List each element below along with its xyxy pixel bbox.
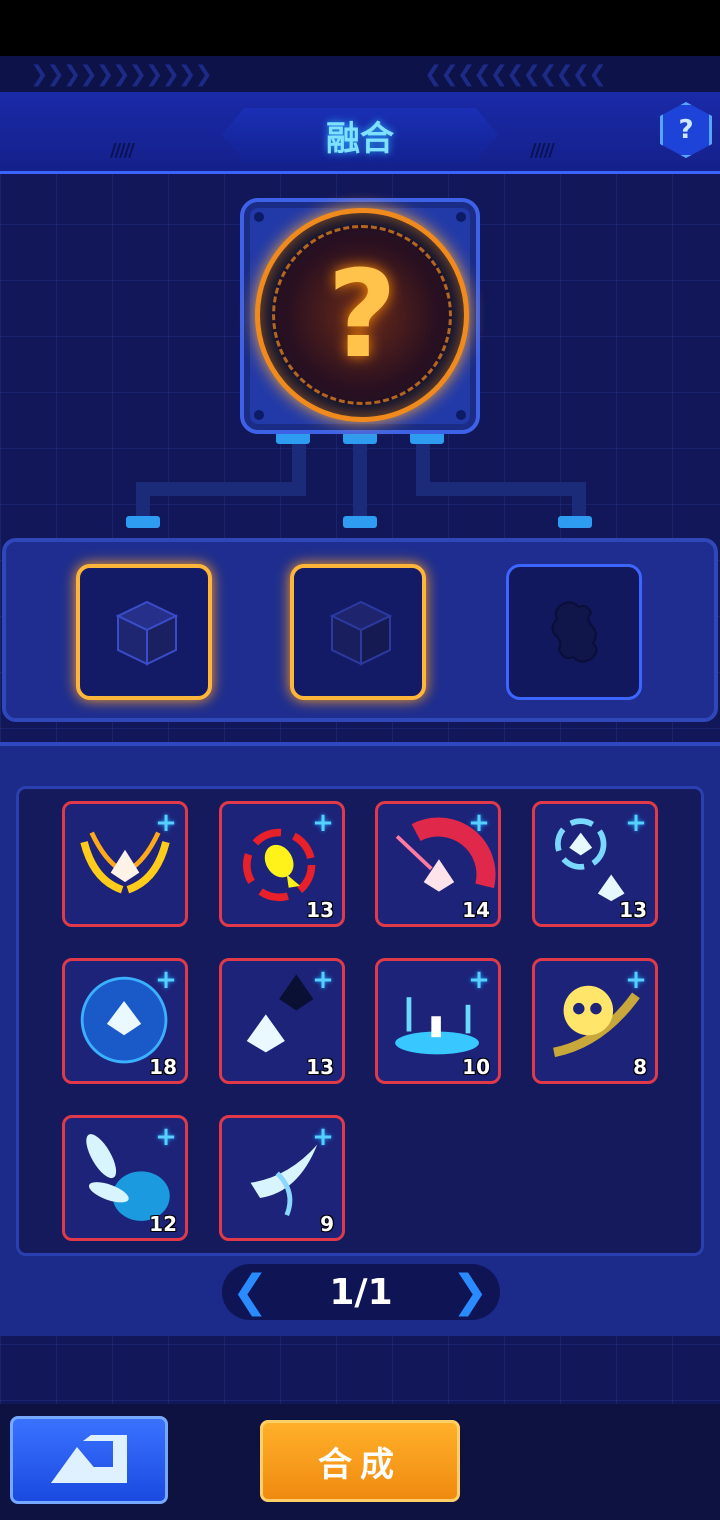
bolt-decor: [456, 212, 466, 222]
pipe-center: [353, 440, 367, 522]
header-stripes-right: /////: [530, 140, 555, 161]
back-arrow-icon: [51, 1435, 127, 1483]
puzzle-silhouette-icon: [551, 601, 598, 663]
bolt-decor: [456, 410, 466, 420]
pipe-left-up: [292, 440, 306, 496]
chevron-decor-left: ❯❯❯❯❯❯❯❯❯❯❯: [30, 62, 213, 87]
page-title: 融合: [326, 118, 394, 159]
upgrade-plus-icon: +: [155, 808, 177, 838]
skill-level: 8: [633, 1055, 647, 1079]
title-plate: 融合: [222, 108, 498, 162]
status-bar: [0, 0, 720, 56]
bolt-decor: [254, 212, 264, 222]
skill-card-5[interactable]: + 18: [62, 958, 188, 1084]
page-indicator: 1/1: [329, 1272, 393, 1313]
upgrade-plus-icon: +: [312, 965, 334, 995]
upgrade-plus-icon: +: [312, 808, 334, 838]
pipe-cap: [126, 516, 160, 528]
upgrade-plus-icon: +: [468, 965, 490, 995]
cube-icon: [115, 600, 179, 666]
prev-page-button[interactable]: ❮: [228, 1268, 272, 1316]
compose-button[interactable]: 合成: [260, 1420, 460, 1502]
compose-label: 合成: [318, 1444, 402, 1485]
skill-card-3[interactable]: + 14: [375, 801, 501, 927]
skill-card-9[interactable]: + 12: [62, 1115, 188, 1241]
skill-level: 14: [462, 898, 490, 922]
chevron-decor-right: ❮❮❮❮❮❮❮❮❮❮❮: [424, 62, 607, 87]
skill-card-6[interactable]: + 13: [219, 958, 345, 1084]
skill-card-2[interactable]: + 13: [219, 801, 345, 927]
upgrade-plus-icon: +: [468, 808, 490, 838]
mystery-question-icon: ?: [327, 245, 397, 385]
upgrade-plus-icon: +: [155, 965, 177, 995]
fusion-slot-3[interactable]: [506, 564, 642, 700]
skill-card-7[interactable]: + 10: [375, 958, 501, 1084]
fusion-slot-1[interactable]: [76, 564, 212, 700]
skill-level: 13: [619, 898, 647, 922]
skill-card-4[interactable]: + 13: [532, 801, 658, 927]
skill-level: 18: [149, 1055, 177, 1079]
skill-level: 9: [320, 1212, 334, 1236]
upgrade-plus-icon: +: [312, 1122, 334, 1152]
upgrade-plus-icon: +: [625, 965, 647, 995]
skill-card-8[interactable]: + 8: [532, 958, 658, 1084]
skill-level: 13: [306, 898, 334, 922]
pipe-left-horizontal: [136, 482, 306, 496]
skill-level: 12: [149, 1212, 177, 1236]
header-stripes-left: /////: [110, 140, 135, 161]
back-button[interactable]: [10, 1416, 168, 1504]
skill-level: 10: [462, 1055, 490, 1079]
bolt-decor: [254, 410, 264, 420]
pipe-right-up: [416, 440, 430, 496]
skill-card-1[interactable]: +: [62, 801, 188, 927]
pipe-right-horizontal: [416, 482, 586, 496]
cube-icon: [329, 600, 393, 666]
skill-card-10[interactable]: + 9: [219, 1115, 345, 1241]
fusion-slot-2[interactable]: [290, 564, 426, 700]
upgrade-plus-icon: +: [625, 808, 647, 838]
skill-level: 13: [306, 1055, 334, 1079]
next-page-button[interactable]: ❯: [448, 1268, 492, 1316]
upgrade-plus-icon: +: [155, 1122, 177, 1152]
pipe-cap: [558, 516, 592, 528]
question-mark-icon: ?: [678, 115, 694, 145]
pipe-cap: [343, 516, 377, 528]
